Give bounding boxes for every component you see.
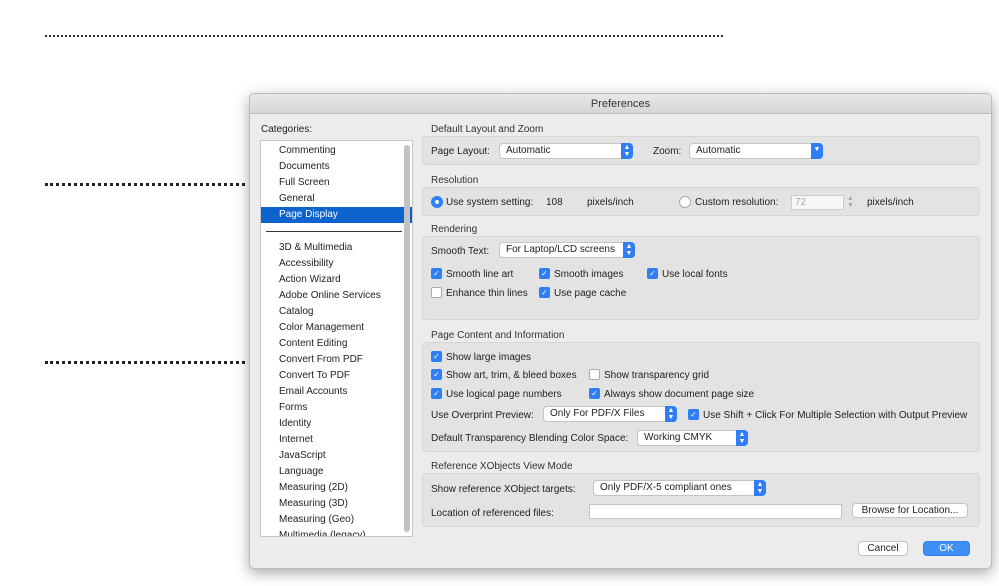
categories-label: Categories: — [261, 124, 313, 135]
checkbox[interactable]: ✓ — [431, 268, 442, 279]
checkbox[interactable] — [589, 369, 600, 380]
category-item[interactable]: Language — [261, 464, 412, 480]
category-item[interactable]: Internet — [261, 432, 412, 448]
checkbox-label: Use local fonts — [662, 269, 728, 280]
overprint-value: Only For PDF/X Files — [550, 408, 645, 419]
zoom-value: Automatic — [696, 145, 741, 156]
dotted-line — [45, 361, 245, 364]
stepper-icon[interactable]: ▲ ▼ — [847, 195, 854, 209]
checkbox[interactable]: ✓ — [431, 369, 442, 380]
category-item[interactable]: Measuring (Geo) — [261, 512, 412, 528]
category-item[interactable]: Color Management — [261, 320, 412, 336]
category-item[interactable]: Multimedia (legacy) — [261, 528, 412, 536]
overprint-select[interactable]: Only For PDF/X Files ▲ ▼ — [543, 406, 677, 422]
category-item[interactable]: Full Screen — [261, 175, 412, 191]
updown-icon: ▲ ▼ — [736, 430, 748, 446]
custom-resolution-radio[interactable] — [679, 196, 691, 208]
checkbox-label: Smooth line art — [446, 269, 514, 280]
page-layout-label: Page Layout: — [431, 146, 490, 157]
category-item[interactable]: Accessibility — [261, 256, 412, 272]
system-setting-radio[interactable] — [431, 196, 443, 208]
category-item[interactable]: Convert From PDF — [261, 352, 412, 368]
ok-button[interactable]: OK — [923, 541, 970, 556]
system-resolution-value: 108 — [546, 197, 563, 208]
checkbox[interactable]: ✓ — [539, 287, 550, 298]
category-item[interactable]: Commenting — [261, 143, 412, 159]
checkbox-label: Smooth images — [554, 269, 624, 280]
category-item[interactable]: Adobe Online Services — [261, 288, 412, 304]
system-setting-label: Use system setting: — [446, 197, 534, 208]
unit-label: pixels/inch — [587, 197, 634, 208]
category-item[interactable]: 3D & Multimedia — [261, 240, 412, 256]
category-item[interactable]: Identity — [261, 416, 412, 432]
category-item[interactable]: Catalog — [261, 304, 412, 320]
window-title: Preferences — [250, 94, 991, 114]
checkbox[interactable]: ✓ — [431, 388, 442, 399]
custom-unit-label: pixels/inch — [867, 197, 914, 208]
category-item[interactable]: Measuring (2D) — [261, 480, 412, 496]
section-title: Page Content and Information — [431, 330, 565, 341]
checkbox[interactable]: ✓ — [647, 268, 658, 279]
checkbox-label: Always show document page size — [604, 389, 755, 400]
checkbox-label: Use page cache — [554, 288, 627, 299]
preferences-dialog: Preferences Categories: Commenting Docume… — [249, 93, 992, 569]
category-item[interactable]: JavaScript — [261, 448, 412, 464]
targets-value: Only PDF/X-5 compliant ones — [600, 482, 732, 493]
category-item[interactable]: Content Editing — [261, 336, 412, 352]
checkbox[interactable] — [431, 287, 442, 298]
smooth-text-value: For Laptop/LCD screens — [506, 244, 615, 255]
dotted-line — [45, 183, 245, 186]
chevron-down-icon: ▼ — [811, 143, 823, 159]
divider — [266, 231, 402, 232]
updown-icon: ▲ ▼ — [623, 242, 635, 258]
page-layout-select[interactable]: Automatic ▲ ▼ — [499, 143, 633, 159]
blend-value: Working CMYK — [644, 432, 713, 443]
checkbox-label: Enhance thin lines — [446, 288, 528, 299]
section-title: Resolution — [431, 175, 479, 186]
updown-icon: ▲ ▼ — [754, 480, 766, 496]
smooth-text-label: Smooth Text: — [431, 246, 490, 257]
cancel-button[interactable]: Cancel — [858, 541, 908, 556]
scrollbar[interactable] — [404, 145, 410, 532]
dotted-line — [45, 35, 723, 38]
category-item[interactable]: Email Accounts — [261, 384, 412, 400]
shift-click-checkbox[interactable]: ✓ — [688, 409, 699, 420]
category-item[interactable]: Action Wizard — [261, 272, 412, 288]
checkbox-label: Show art, trim, & bleed boxes — [446, 370, 577, 381]
shift-click-label: Use Shift + Click For Multiple Selection… — [703, 410, 968, 421]
targets-label: Show reference XObject targets: — [431, 484, 576, 495]
overprint-label: Use Overprint Preview: — [431, 410, 534, 421]
location-input[interactable] — [589, 504, 842, 519]
checkbox[interactable]: ✓ — [589, 388, 600, 399]
category-item[interactable]: Forms — [261, 400, 412, 416]
zoom-label: Zoom: — [653, 146, 682, 157]
checkbox[interactable]: ✓ — [431, 351, 442, 362]
page-layout-value: Automatic — [506, 145, 551, 156]
checkbox[interactable]: ✓ — [539, 268, 550, 279]
section-title: Default Layout and Zoom — [431, 124, 544, 135]
browse-button[interactable]: Browse for Location... — [852, 503, 968, 518]
updown-icon: ▲ ▼ — [665, 406, 677, 422]
checkbox-label: Use logical page numbers — [446, 389, 562, 400]
updown-icon: ▲ ▼ — [621, 143, 633, 159]
category-item[interactable]: Page Display — [261, 207, 412, 223]
blend-select[interactable]: Working CMYK ▲ ▼ — [637, 430, 748, 446]
targets-select[interactable]: Only PDF/X-5 compliant ones ▲ ▼ — [593, 480, 766, 496]
section-title: Rendering — [431, 224, 478, 235]
custom-resolution-input[interactable]: 72 — [791, 195, 844, 210]
smooth-text-select[interactable]: For Laptop/LCD screens ▲ ▼ — [499, 242, 635, 258]
categories-list[interactable]: Commenting Documents Full Screen General Pag… — [260, 140, 413, 537]
category-item[interactable]: General — [261, 191, 412, 207]
section-title: Reference XObjects View Mode — [431, 461, 573, 472]
checkbox-label: Show transparency grid — [604, 370, 710, 381]
category-item[interactable]: Measuring (3D) — [261, 496, 412, 512]
category-item[interactable]: Convert To PDF — [261, 368, 412, 384]
zoom-select[interactable]: Automatic ▼ — [689, 143, 823, 159]
checkbox-label: Show large images — [446, 352, 532, 363]
blend-label: Default Transparency Blending Color Spac… — [431, 433, 629, 444]
custom-resolution-label: Custom resolution: — [695, 197, 779, 208]
location-label: Location of referenced files: — [431, 508, 554, 519]
category-item[interactable]: Documents — [261, 159, 412, 175]
